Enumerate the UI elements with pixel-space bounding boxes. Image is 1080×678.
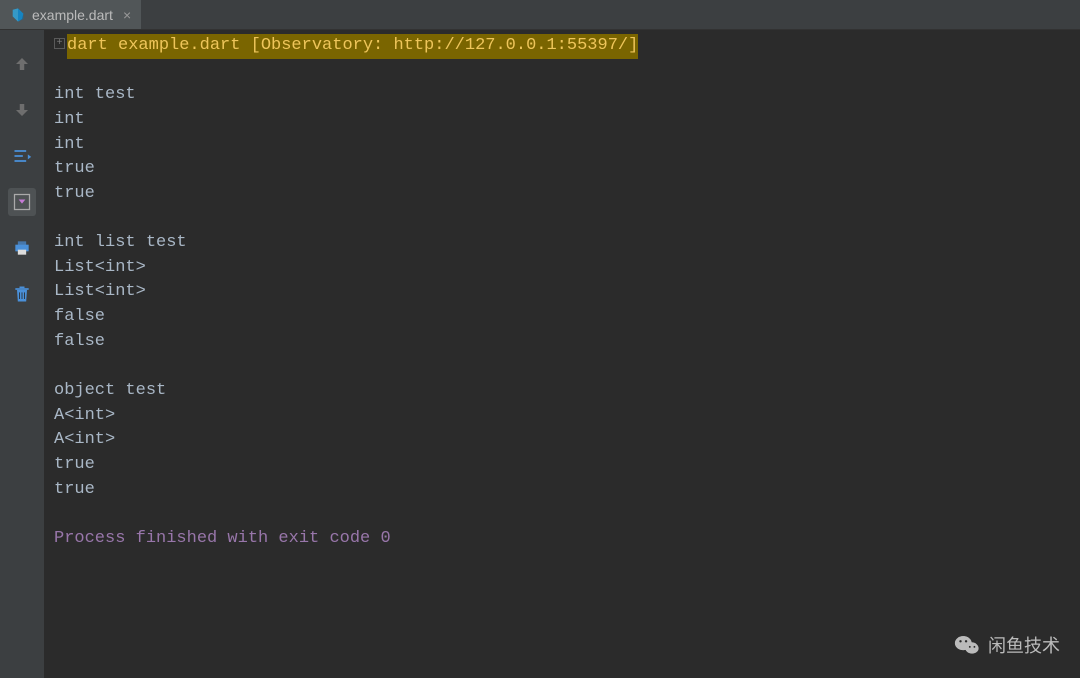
console-line: List<int> (54, 280, 1070, 305)
console-toolbar (0, 30, 44, 678)
console-line (54, 59, 1070, 84)
console-line: int list test (54, 231, 1070, 256)
console-line: true (54, 182, 1070, 207)
console-line: A<int> (54, 404, 1070, 429)
watermark: 闲鱼技术 (954, 632, 1060, 658)
process-exit-line: Process finished with exit code 0 (54, 527, 1070, 552)
expand-icon[interactable]: + (54, 38, 65, 49)
main-area: + dart example.dart [Observatory: http:/… (0, 30, 1080, 678)
up-arrow-icon[interactable] (8, 50, 36, 78)
console-output[interactable]: + dart example.dart [Observatory: http:/… (44, 30, 1080, 678)
wrap-text-icon[interactable] (8, 142, 36, 170)
console-line: int test (54, 83, 1070, 108)
wechat-icon (954, 632, 980, 658)
print-icon[interactable] (8, 234, 36, 262)
console-line: true (54, 157, 1070, 182)
scroll-to-end-icon[interactable] (8, 188, 36, 216)
console-line: true (54, 453, 1070, 478)
console-line (54, 502, 1070, 527)
console-line (54, 354, 1070, 379)
console-line: false (54, 305, 1070, 330)
console-output-lines: int testintinttruetrue int list testList… (54, 59, 1070, 527)
console-line: true (54, 478, 1070, 503)
down-arrow-icon[interactable] (8, 96, 36, 124)
watermark-text: 闲鱼技术 (988, 632, 1060, 658)
console-line: A<int> (54, 428, 1070, 453)
trash-icon[interactable] (8, 280, 36, 308)
tab-filename: example.dart (32, 7, 113, 23)
ide-container: example.dart × (0, 0, 1080, 678)
console-line (54, 206, 1070, 231)
console-line: List<int> (54, 256, 1070, 281)
console-line: int (54, 133, 1070, 158)
console-line: int (54, 108, 1070, 133)
console-line: object test (54, 379, 1070, 404)
close-icon[interactable]: × (123, 7, 131, 23)
console-line: false (54, 330, 1070, 355)
console-header-line: dart example.dart [Observatory: http://1… (67, 34, 638, 59)
tab-bar: example.dart × (0, 0, 1080, 30)
dart-file-icon (10, 7, 26, 23)
file-tab[interactable]: example.dart × (0, 0, 141, 29)
